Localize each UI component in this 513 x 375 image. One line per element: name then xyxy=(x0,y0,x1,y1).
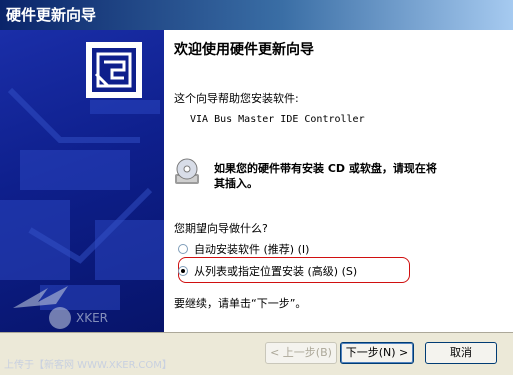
wizard-content: 欢迎使用硬件更新向导 这个向导帮助您安装软件: VIA Bus Master I… xyxy=(164,30,513,332)
manual-install-label[interactable]: 从列表或指定位置安装 (高级) (S) xyxy=(194,263,357,279)
hardware-update-wizard-window: 硬件更新向导 欢迎使用硬件更新向导 这个向导帮助您安装软件: VIA Bus M… xyxy=(0,0,513,375)
manual-install-radio[interactable] xyxy=(178,266,188,276)
cancel-button[interactable]: 取消 xyxy=(425,342,497,364)
cd-hint-line2: 其插入。 xyxy=(214,177,258,190)
question-text: 您期望向导做什么? xyxy=(174,222,268,235)
cd-hint: 如果您的硬件带有安装 CD 或软盘，请现在将 其插入。 xyxy=(214,161,437,191)
svg-text:XKER: XKER xyxy=(76,311,108,325)
title-bar[interactable]: 硬件更新向导 xyxy=(0,0,513,30)
auto-install-label[interactable]: 自动安装软件 (推荐) (I) xyxy=(194,241,309,257)
auto-install-option[interactable]: 自动安装软件 (推荐) (I) xyxy=(178,241,309,257)
page-title: 欢迎使用硬件更新向导 xyxy=(174,42,314,58)
cd-hint-line1: 如果您的硬件带有安装 CD 或软盘，请现在将 xyxy=(214,162,437,175)
auto-install-radio[interactable] xyxy=(178,244,188,254)
watermark-logo: XKER xyxy=(8,268,118,341)
hardware-wizard-icon xyxy=(86,42,142,98)
window-title: 硬件更新向导 xyxy=(6,6,97,24)
device-name: VIA Bus Master IDE Controller xyxy=(190,114,365,125)
manual-install-option[interactable]: 从列表或指定位置安装 (高级) (S) xyxy=(178,263,357,279)
continue-text: 要继续，请单击“下一步”。 xyxy=(174,297,307,310)
intro-text: 这个向导帮助您安装软件: xyxy=(174,92,299,105)
next-button[interactable]: 下一步(N) > xyxy=(340,342,414,364)
back-button[interactable]: < 上一步(B) xyxy=(265,342,337,364)
watermark-text: 上传于【新客网 WWW.XKER.COM】 xyxy=(4,360,172,371)
cd-disk-icon xyxy=(174,158,200,189)
